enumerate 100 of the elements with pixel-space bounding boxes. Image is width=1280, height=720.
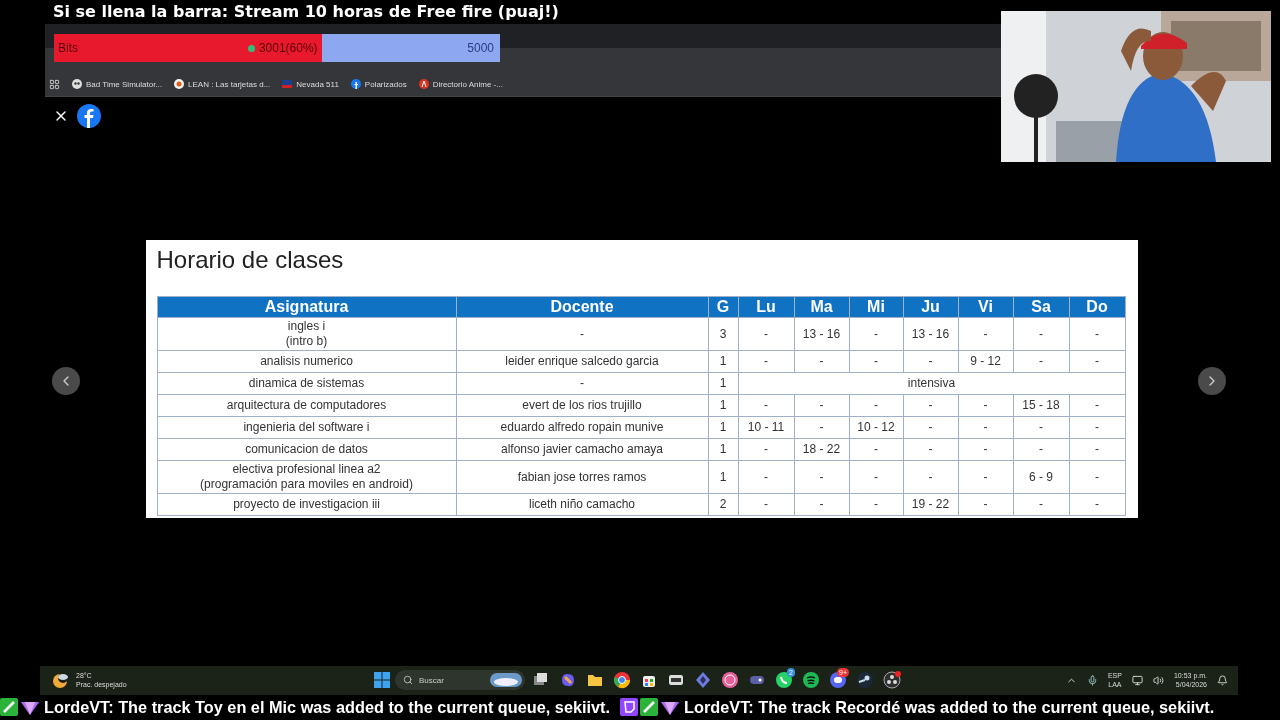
table-cell: 19 - 22 bbox=[903, 493, 958, 516]
table-cell: - bbox=[1013, 317, 1069, 351]
letter-badge-icon bbox=[418, 79, 429, 89]
network-icon[interactable] bbox=[1131, 674, 1143, 686]
table-cell: - bbox=[1069, 438, 1125, 461]
diamond-icon bbox=[694, 671, 712, 690]
table-cell: - bbox=[794, 350, 849, 373]
column-header: Do bbox=[1069, 296, 1125, 318]
steam-icon bbox=[856, 671, 874, 690]
table-cell: ingenieria del software i bbox=[157, 416, 456, 439]
table-cell: alfonso javier camacho amaya bbox=[456, 438, 708, 461]
table-cell: 6 - 9 bbox=[1013, 460, 1069, 494]
search-field[interactable]: Buscar bbox=[395, 670, 525, 691]
table-cell: 2 bbox=[708, 493, 738, 516]
apps-icon[interactable] bbox=[49, 78, 60, 90]
bookmark[interactable]: Directorio Anime -... bbox=[418, 79, 503, 89]
table-cell: 15 - 18 bbox=[1013, 394, 1069, 417]
bookmark[interactable]: Polarizados bbox=[350, 79, 407, 89]
table-cell: - bbox=[849, 350, 903, 373]
gem-icon bbox=[660, 699, 681, 716]
table-cell: - bbox=[1013, 416, 1069, 439]
table-cell: - bbox=[738, 460, 794, 494]
table-cell: 1 bbox=[708, 394, 738, 417]
table-cell: 3 bbox=[708, 317, 738, 351]
table-cell: comunicacion de datos bbox=[157, 438, 456, 461]
stream-title: Si se llena la barra: Stream 10 horas de Free fire (puaj!) bbox=[52, 1, 560, 23]
table-cell: - bbox=[456, 317, 708, 351]
table-cell: 1 bbox=[708, 416, 738, 439]
table-cell: intensiva bbox=[738, 372, 1125, 395]
table-cell: 9 - 12 bbox=[958, 350, 1013, 373]
table-cell: - bbox=[903, 394, 958, 417]
table-cell: - bbox=[794, 416, 849, 439]
table-cell: - bbox=[903, 350, 958, 373]
table-cell: eduardo alfredo ropain munive bbox=[456, 416, 708, 439]
table-cell: - bbox=[794, 460, 849, 494]
previous-button[interactable] bbox=[52, 367, 80, 395]
table-cell: - bbox=[738, 317, 794, 351]
volume-icon[interactable] bbox=[1152, 674, 1164, 686]
table-cell: - bbox=[958, 460, 1013, 494]
table-cell: analisis numerico bbox=[157, 350, 456, 373]
bookmark[interactable]: Bad Time Simulator... bbox=[72, 79, 163, 89]
table-cell: - bbox=[958, 438, 1013, 461]
table-cell: - bbox=[1069, 317, 1125, 351]
bookmark[interactable]: Nevada 511 bbox=[282, 79, 339, 89]
table-cell: 1 bbox=[708, 372, 738, 395]
column-header: Lu bbox=[738, 296, 794, 318]
column-header: Docente bbox=[456, 296, 708, 318]
table-cell: - bbox=[1069, 460, 1125, 494]
gem-icon bbox=[20, 699, 40, 716]
table-cell: ingles i (intro b) bbox=[157, 317, 456, 351]
table-cell: - bbox=[1069, 350, 1125, 373]
table-cell: - bbox=[1013, 493, 1069, 516]
table-cell: 13 - 16 bbox=[794, 317, 849, 351]
search-icon bbox=[403, 675, 413, 686]
table-cell: 10 - 12 bbox=[849, 416, 903, 439]
table-cell: - bbox=[1069, 394, 1125, 417]
schedule-title: Horario de clases bbox=[156, 246, 345, 274]
table-cell: - bbox=[1069, 493, 1125, 516]
whatsapp-icon bbox=[775, 671, 793, 690]
table-cell: - bbox=[903, 416, 958, 439]
table-cell: - bbox=[738, 394, 794, 417]
obs-icon bbox=[883, 671, 901, 690]
table-cell: 18 - 22 bbox=[794, 438, 849, 461]
goal-target: 5000 bbox=[467, 41, 495, 55]
table-cell: - bbox=[958, 493, 1013, 516]
coin-icon bbox=[174, 79, 185, 89]
chat-message: LordeVT: The track Toy en el Mic was added to the current queue, sekiivt. bbox=[44, 697, 611, 717]
facebook-icon[interactable] bbox=[77, 104, 101, 128]
chat-message: LordeVT: The track Recordé was added to the current queue, sekiivt. bbox=[684, 697, 1215, 717]
table-cell: - bbox=[849, 317, 903, 351]
table-cell: - bbox=[1013, 350, 1069, 373]
facebook-icon bbox=[350, 79, 361, 89]
table-cell: 13 - 16 bbox=[903, 317, 958, 351]
table-cell: - bbox=[849, 493, 903, 516]
table-cell: - bbox=[738, 350, 794, 373]
column-header: Sa bbox=[1013, 296, 1069, 318]
table-cell: 1 bbox=[708, 438, 738, 461]
flag-icon bbox=[282, 80, 293, 88]
next-button[interactable] bbox=[1198, 367, 1226, 395]
table-cell: - bbox=[958, 317, 1013, 351]
bookmark[interactable]: LEAN : Las tarjetas d... bbox=[174, 79, 271, 89]
table-cell: leider enrique salcedo garcia bbox=[456, 350, 708, 373]
skull-icon bbox=[72, 79, 82, 89]
column-header: Vi bbox=[958, 296, 1013, 318]
microphone-icon[interactable] bbox=[1086, 674, 1098, 686]
table-cell: electiva profesional linea a2 (programación para moviles en android) bbox=[157, 460, 456, 494]
table-cell: - bbox=[849, 394, 903, 417]
table-cell: - bbox=[738, 438, 794, 461]
table-cell: - bbox=[849, 460, 903, 494]
table-cell: evert de los rios trujillo bbox=[456, 394, 708, 417]
column-header: Mi bbox=[849, 296, 903, 318]
table-cell: - bbox=[1069, 416, 1125, 439]
table-cell: proyecto de investigacion iii bbox=[157, 493, 456, 516]
weather-icon bbox=[52, 671, 70, 690]
table-cell: - bbox=[456, 372, 708, 395]
table-cell: arquitectura de computadores bbox=[157, 394, 456, 417]
notification-icon[interactable] bbox=[1217, 674, 1228, 686]
table-cell: fabian jose torres ramos bbox=[456, 460, 708, 494]
column-header: Ju bbox=[903, 296, 958, 318]
table-cell: liceth niño camacho bbox=[456, 493, 708, 516]
